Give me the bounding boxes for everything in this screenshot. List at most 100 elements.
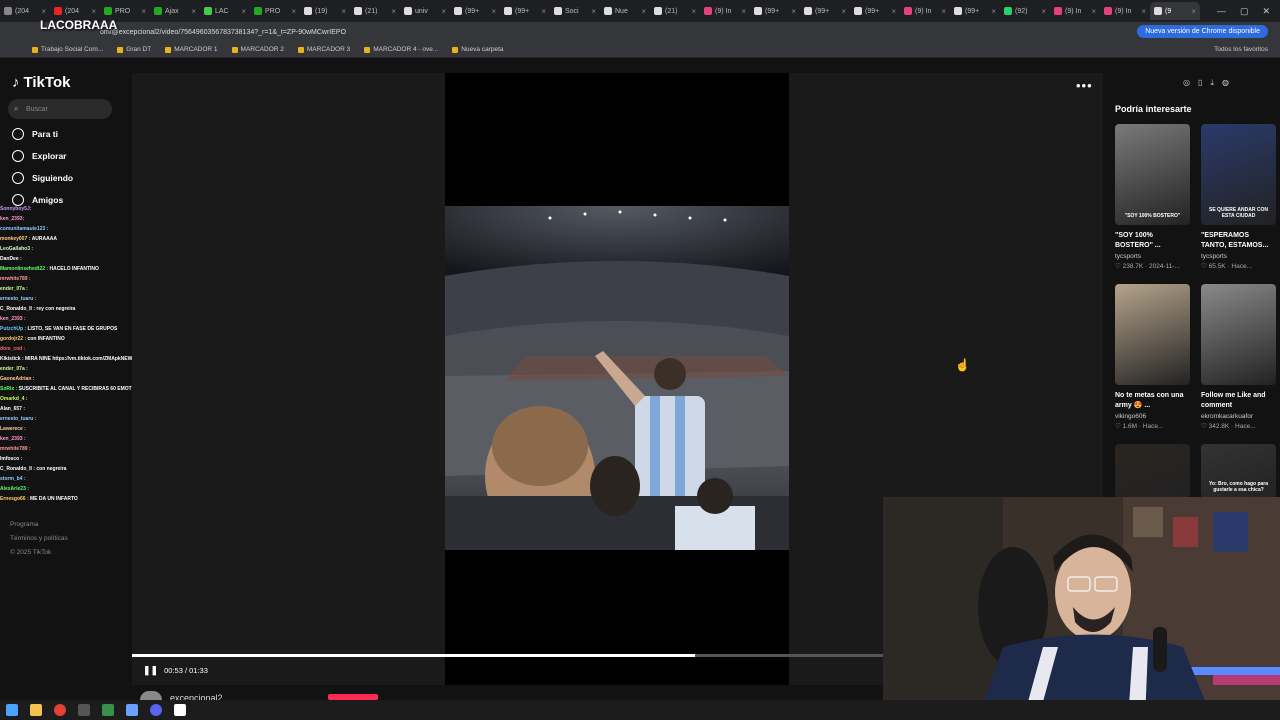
- app-icon-3[interactable]: [126, 704, 138, 716]
- download-icon[interactable]: ⤓: [1210, 78, 1214, 88]
- suggestion-card[interactable]: "SOY 100% BOSTERO" "SOY 100% BOSTERO" ...…: [1115, 124, 1190, 270]
- tab-close-icon[interactable]: ×: [741, 7, 746, 16]
- pause-icon[interactable]: ❚❚: [143, 665, 158, 676]
- browser-tab[interactable]: (19) ×: [300, 2, 350, 20]
- footer-link-programa[interactable]: Programa: [10, 518, 68, 532]
- footer-link-terms[interactable]: Términos y políticas: [10, 532, 68, 546]
- suggestion-card[interactable]: Yo: Bro, como hago para gustarle a esa c…: [1201, 444, 1276, 499]
- tab-close-icon[interactable]: ×: [41, 7, 46, 16]
- browser-tab[interactable]: (92) ×: [1000, 2, 1050, 20]
- suggestion-thumbnail[interactable]: [1115, 284, 1190, 385]
- app-icon-1[interactable]: [78, 704, 90, 716]
- tab-close-icon[interactable]: ×: [841, 7, 846, 16]
- browser-tab[interactable]: (99+ ×: [950, 2, 1000, 20]
- tab-close-icon[interactable]: ×: [291, 7, 296, 16]
- browser-tab[interactable]: (21) ×: [350, 2, 400, 20]
- suggestion-card[interactable]: [1115, 444, 1190, 499]
- start-icon[interactable]: [6, 704, 18, 716]
- address-bar[interactable]: om/@excepcional2/video/75649603567837381…: [0, 22, 1280, 42]
- app-icon-4[interactable]: [174, 704, 186, 716]
- search-input[interactable]: ⌕ Buscar: [8, 99, 112, 119]
- browser-tab[interactable]: (9) In ×: [1050, 2, 1100, 20]
- bookmark-item[interactable]: MARCADOR 3: [297, 46, 350, 53]
- browser-tab[interactable]: Soci ×: [550, 2, 600, 20]
- browser-tab[interactable]: LAC ×: [200, 2, 250, 20]
- tab-close-icon[interactable]: ×: [241, 7, 246, 16]
- suggestion-author[interactable]: tycsports: [1201, 253, 1276, 260]
- suggestion-thumbnail[interactable]: "SOY 100% BOSTERO": [1115, 124, 1190, 225]
- video-progress-bar[interactable]: [132, 654, 883, 657]
- browser-tab[interactable]: (21) ×: [650, 2, 700, 20]
- suggestion-card[interactable]: Follow me Like and comment ekromkacarkuaf…: [1201, 284, 1276, 430]
- bookmark-item[interactable]: Nueva carpeta: [452, 46, 504, 53]
- tab-close-icon[interactable]: ×: [491, 7, 496, 16]
- tab-close-icon[interactable]: ×: [1041, 7, 1046, 16]
- all-bookmarks-button[interactable]: Todos los favoritos: [1214, 46, 1280, 53]
- tab-close-icon[interactable]: ×: [691, 7, 696, 16]
- video-player[interactable]: [445, 206, 789, 550]
- browser-tab[interactable]: univ ×: [400, 2, 450, 20]
- suggestion-title[interactable]: Follow me Like and comment: [1201, 391, 1276, 411]
- tab-close-icon[interactable]: ×: [91, 7, 96, 16]
- tab-close-icon[interactable]: ×: [191, 7, 196, 16]
- device-icon[interactable]: ▯: [1198, 78, 1202, 88]
- discord-icon[interactable]: [150, 704, 162, 716]
- nav-item-para-ti[interactable]: Para ti: [12, 128, 58, 140]
- browser-tab[interactable]: (99+ ×: [800, 2, 850, 20]
- browser-tab[interactable]: PRO ×: [250, 2, 300, 20]
- browser-tab[interactable]: (99+ ×: [850, 2, 900, 20]
- profile-avatar-icon[interactable]: ◍: [1222, 78, 1229, 88]
- browser-tab[interactable]: (99+ ×: [450, 2, 500, 20]
- url-text[interactable]: om/@excepcional2/video/75649603567837381…: [100, 29, 346, 36]
- nav-item-siguiendo[interactable]: Siguiendo: [12, 172, 73, 184]
- suggestion-author[interactable]: ekromkacarkuafor: [1201, 413, 1276, 420]
- suggestion-author[interactable]: vikingo606: [1115, 413, 1190, 420]
- tab-close-icon[interactable]: ×: [641, 7, 646, 16]
- tab-close-icon[interactable]: ×: [141, 7, 146, 16]
- tab-close-icon[interactable]: ×: [1191, 7, 1196, 16]
- tab-close-icon[interactable]: ×: [791, 7, 796, 16]
- bookmark-item[interactable]: Gran DT: [117, 46, 151, 53]
- suggestion-title[interactable]: "SOY 100% BOSTERO" ...: [1115, 231, 1190, 251]
- suggestion-thumbnail[interactable]: [1201, 284, 1276, 385]
- suggestion-card[interactable]: SE QUIERE ANDAR CON ESTA CIUDAD "ESPERAMO…: [1201, 124, 1276, 270]
- tab-close-icon[interactable]: ×: [441, 7, 446, 16]
- suggestion-author[interactable]: tycsports: [1115, 253, 1190, 260]
- tab-close-icon[interactable]: ×: [1141, 7, 1146, 16]
- suggestion-thumbnail[interactable]: [1115, 444, 1190, 499]
- tab-close-icon[interactable]: ×: [541, 7, 546, 16]
- bookmark-item[interactable]: MARCADOR 1: [165, 46, 218, 53]
- browser-tab[interactable]: (9 ×: [1150, 2, 1200, 20]
- browser-tab[interactable]: (99+ ×: [500, 2, 550, 20]
- tab-close-icon[interactable]: ×: [991, 7, 996, 16]
- browser-tab[interactable]: (9) In ×: [700, 2, 750, 20]
- maximize-icon[interactable]: ▢: [1240, 6, 1249, 17]
- app-icon-2[interactable]: [102, 704, 114, 716]
- suggestion-title[interactable]: No te metas con una army 😍 ...: [1115, 391, 1190, 411]
- tiktok-logo[interactable]: ♪ TikTok: [12, 74, 70, 91]
- coin-icon[interactable]: ◎: [1183, 78, 1190, 88]
- minimize-icon[interactable]: —: [1217, 6, 1226, 17]
- chrome-update-button[interactable]: Nueva versión de Chrome disponible: [1137, 25, 1268, 38]
- suggestion-card[interactable]: No te metas con una army 😍 ... vikingo606…: [1115, 284, 1190, 430]
- tab-close-icon[interactable]: ×: [341, 7, 346, 16]
- author-avatar[interactable]: [140, 691, 162, 700]
- nav-item-explorar[interactable]: Explorar: [12, 150, 67, 162]
- tab-close-icon[interactable]: ×: [891, 7, 896, 16]
- browser-tab[interactable]: Ajax ×: [150, 2, 200, 20]
- file-explorer-icon[interactable]: [30, 704, 42, 716]
- tab-close-icon[interactable]: ×: [1091, 7, 1096, 16]
- close-window-icon[interactable]: ✕: [1262, 6, 1270, 17]
- suggestion-thumbnail[interactable]: SE QUIERE ANDAR CON ESTA CIUDAD: [1201, 124, 1276, 225]
- bookmark-item[interactable]: MARCADOR 2: [231, 46, 284, 53]
- browser-tab[interactable]: (99+ ×: [750, 2, 800, 20]
- tab-close-icon[interactable]: ×: [591, 7, 596, 16]
- more-options-icon[interactable]: •••: [1076, 78, 1093, 93]
- browser-tab[interactable]: (9) In ×: [900, 2, 950, 20]
- suggestion-thumbnail[interactable]: Yo: Bro, como hago para gustarle a esa c…: [1201, 444, 1276, 499]
- browser-tab[interactable]: (9) In ×: [1100, 2, 1150, 20]
- bookmark-item[interactable]: Trabajo Social Com...: [32, 46, 103, 53]
- browser-tab[interactable]: Nue ×: [600, 2, 650, 20]
- chrome-icon[interactable]: [54, 704, 66, 716]
- bookmark-item[interactable]: MARCADOR 4 - ove...: [364, 46, 438, 53]
